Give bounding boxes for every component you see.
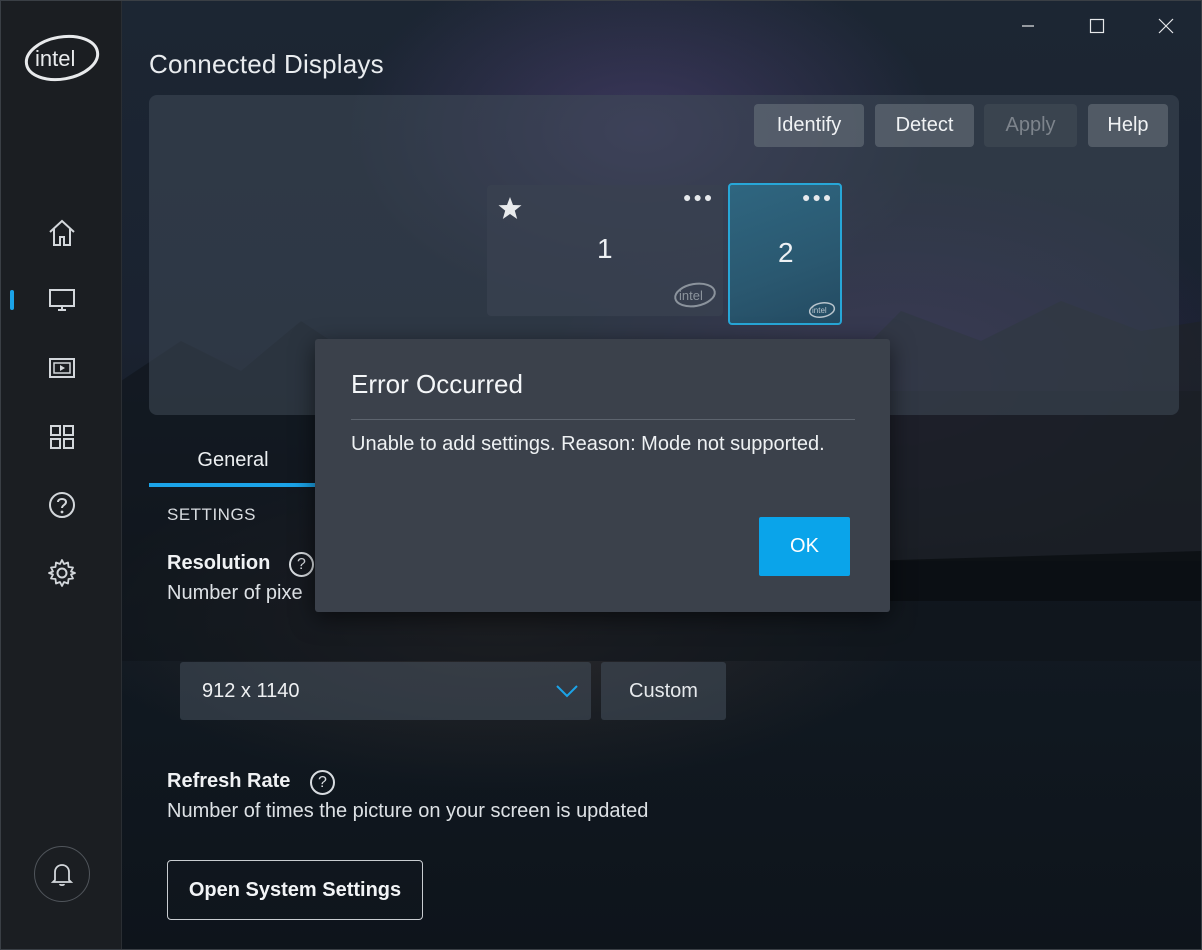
monitor-icon <box>48 289 75 311</box>
minimize-button[interactable] <box>1008 9 1048 43</box>
close-icon <box>1158 18 1174 34</box>
page-title: Connected Displays <box>149 49 384 79</box>
sidebar-item-video[interactable] <box>1 342 122 394</box>
notifications-button[interactable] <box>34 846 90 902</box>
star-icon <box>498 197 522 219</box>
display-1-intel-logo: intel <box>674 282 716 308</box>
resolution-select[interactable]: 912 x 1140 <box>180 662 591 720</box>
settings-section-label: SETTINGS <box>167 505 257 524</box>
display-2-tile[interactable]: ●●● 2 intel <box>728 183 842 325</box>
display-1-more-icon[interactable]: ●●● <box>683 189 714 205</box>
ok-button[interactable]: OK <box>759 517 850 576</box>
resolution-value: 912 x 1140 <box>202 679 300 702</box>
dialog-divider <box>351 419 855 420</box>
bell-icon <box>50 864 74 887</box>
sidebar: intel <box>1 1 122 949</box>
home-icon <box>48 219 75 246</box>
gear-icon <box>47 559 76 587</box>
grid-icon <box>49 425 74 449</box>
svg-text:intel: intel <box>812 306 827 315</box>
resolution-description: Number of pixe <box>167 582 303 604</box>
question-icon <box>48 492 75 518</box>
identify-button[interactable]: Identify <box>754 104 864 147</box>
display-1-tile[interactable]: ●●● 1 intel <box>487 185 723 316</box>
display-2-number: 2 <box>778 237 794 268</box>
error-dialog: Error Occurred Unable to add settings. R… <box>315 339 890 612</box>
tab-active-indicator <box>149 483 317 487</box>
minimize-icon <box>1022 25 1034 27</box>
chevron-down-icon <box>556 685 578 698</box>
refresh-rate-help-icon[interactable]: ? <box>310 770 335 795</box>
maximize-icon <box>1089 18 1105 34</box>
display-1-number: 1 <box>597 233 613 264</box>
sidebar-item-settings[interactable] <box>1 547 122 599</box>
open-system-settings-button[interactable]: Open System Settings <box>167 860 423 920</box>
refresh-rate-description: Number of times the picture on your scre… <box>167 800 649 822</box>
svg-text:intel: intel <box>679 288 703 303</box>
svg-text:intel: intel <box>35 46 75 71</box>
sidebar-item-home[interactable] <box>1 207 122 259</box>
custom-resolution-button[interactable]: Custom <box>601 662 726 720</box>
resolution-help-icon[interactable]: ? <box>289 552 314 577</box>
dialog-title: Error Occurred <box>351 369 523 399</box>
dialog-message: Unable to add settings. Reason: Mode not… <box>351 433 825 455</box>
refresh-rate-title: Refresh Rate <box>167 770 291 792</box>
app-window: intel Connected Displays Identify Detect… <box>0 0 1202 950</box>
resolution-title: Resolution <box>167 552 271 574</box>
display-2-more-icon[interactable]: ●●● <box>802 189 833 205</box>
sidebar-item-apps[interactable] <box>1 411 122 463</box>
maximize-button[interactable] <box>1077 9 1117 43</box>
video-icon <box>48 358 75 378</box>
help-button[interactable]: Help <box>1088 104 1168 147</box>
display-2-intel-logo: intel <box>808 302 836 318</box>
detect-button[interactable]: Detect <box>875 104 974 147</box>
tab-general[interactable]: General <box>149 433 317 487</box>
apply-button[interactable]: Apply <box>984 104 1077 147</box>
close-button[interactable] <box>1146 9 1186 43</box>
sidebar-item-display[interactable] <box>1 274 122 326</box>
sidebar-item-support[interactable] <box>1 479 122 531</box>
intel-logo: intel <box>24 34 100 82</box>
